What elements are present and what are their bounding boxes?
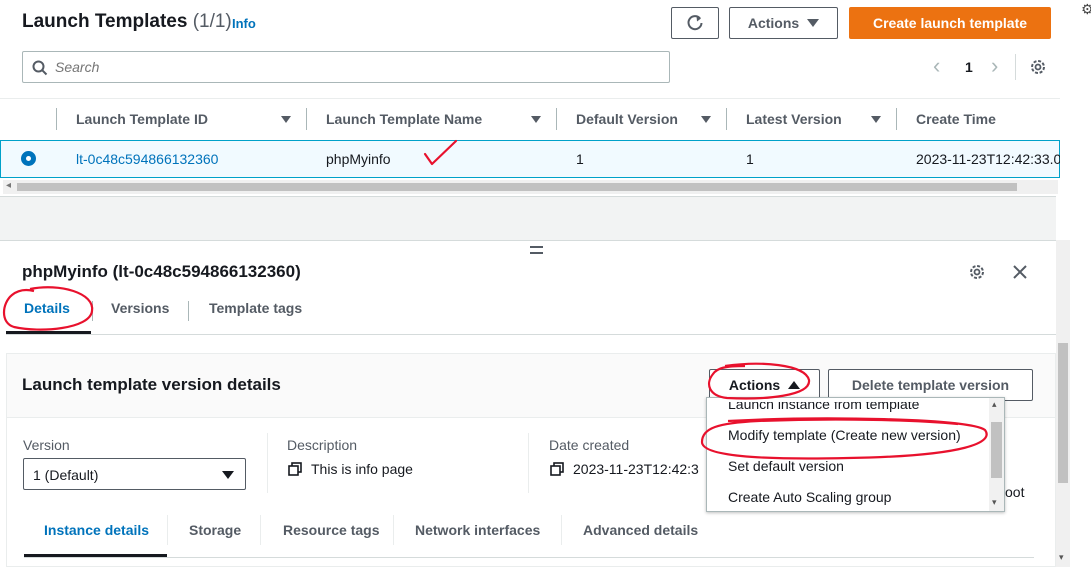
row-launch-template-id[interactable]: lt-0c48c594866132360 [76, 151, 218, 167]
page-scrollbar[interactable]: ▾ [1056, 240, 1070, 567]
browser-settings-icon[interactable]: ⚙ [1081, 1, 1091, 18]
page-title-text: Launch Templates [22, 11, 188, 32]
subtab-instance-details[interactable]: Instance details [44, 522, 149, 538]
sort-icon[interactable] [531, 116, 541, 123]
row-latest-version: 1 [746, 151, 754, 167]
menu-scrollbar[interactable]: ▴ ▾ [989, 398, 1004, 511]
create-button-label: Create launch template [872, 15, 1028, 31]
resize-handle[interactable] [530, 246, 543, 254]
subtab-storage[interactable]: Storage [189, 522, 241, 538]
table-footer-area [0, 196, 1056, 240]
col-separator [556, 108, 557, 130]
create-launch-template-button[interactable]: Create launch template [849, 7, 1051, 39]
tab-separator [92, 301, 93, 321]
version-actions-label: Actions [728, 377, 781, 393]
panel-settings-gear-icon[interactable] [968, 263, 986, 281]
version-select-value: 1 (Default) [33, 467, 99, 483]
version-label: Version [23, 437, 70, 453]
date-created-value: 2023-11-23T12:42:3 [573, 461, 699, 477]
subtab-separator [561, 515, 562, 545]
partial-field-value: oot [1005, 484, 1025, 500]
tabs-bottom-border [6, 334, 1056, 335]
col-separator [896, 108, 897, 130]
search-icon [32, 60, 48, 76]
caret-up-icon [788, 381, 801, 389]
column-header-name[interactable]: Launch Template Name [326, 111, 482, 127]
subtab-separator [260, 515, 261, 545]
row-default-version: 1 [576, 151, 584, 167]
row-radio-selected[interactable] [21, 151, 36, 166]
prev-page-icon[interactable]: ‹ [933, 53, 940, 79]
page-scrollbar-thumb[interactable] [1058, 343, 1068, 483]
search-field[interactable] [22, 51, 670, 83]
next-page-icon[interactable]: › [991, 53, 998, 79]
description-value: This is info page [311, 461, 413, 477]
column-divider [528, 433, 529, 493]
page-title-count: (1/1) [192, 11, 232, 32]
subtab-resource-tags[interactable]: Resource tags [283, 522, 379, 538]
col-separator [306, 108, 307, 130]
subtabs-bottom-border [24, 557, 1034, 558]
caret-down-icon [807, 19, 820, 27]
scroll-up-icon[interactable]: ▴ [992, 399, 997, 410]
column-header-latest-version[interactable]: Latest Version [746, 111, 842, 127]
table-top-border [0, 98, 1060, 99]
sort-icon[interactable] [871, 116, 881, 123]
menu-item-modify-template[interactable]: Modify template (Create new version) [728, 427, 961, 443]
version-select[interactable]: 1 (Default) [23, 458, 246, 490]
section-title: Launch template version details [22, 375, 281, 394]
description-label: Description [287, 437, 358, 453]
subtab-separator [393, 515, 394, 545]
column-divider [267, 433, 268, 493]
refresh-icon [687, 15, 703, 31]
row-create-time: 2023-11-23T12:42:33.000Z [916, 151, 1060, 167]
page-number[interactable]: 1 [965, 59, 973, 75]
col-separator [56, 108, 57, 130]
row-launch-template-name: phpMyinfo [326, 151, 391, 167]
settings-gear-icon[interactable] [1029, 58, 1047, 76]
page-title: Launch Templates (1/1) [22, 11, 232, 33]
delete-button-label: Delete template version [851, 377, 1010, 393]
menu-item-create-auto-scaling-group[interactable]: Create Auto Scaling group [728, 489, 891, 505]
caret-down-icon [222, 471, 234, 479]
actions-button-label: Actions [747, 15, 800, 31]
page-scroll-down-icon[interactable]: ▾ [1059, 552, 1064, 563]
column-header-create-time[interactable]: Create Time [916, 111, 996, 127]
date-created-label: Date created [549, 437, 630, 453]
tab-details[interactable]: Details [24, 300, 70, 316]
menu-item-set-default-version[interactable]: Set default version [728, 458, 844, 474]
tab-template-tags[interactable]: Template tags [209, 300, 302, 316]
scroll-left-icon[interactable]: ◂ [6, 180, 11, 191]
info-link[interactable]: Info [232, 16, 256, 31]
scroll-down-icon[interactable]: ▾ [992, 497, 997, 508]
sort-icon[interactable] [701, 116, 711, 123]
row-create-time-clip: 2023-11-23T12:42:33.000Z [916, 151, 1060, 167]
subtab-network-interfaces[interactable]: Network interfaces [415, 522, 540, 538]
menu-scrollbar-thumb[interactable] [991, 422, 1002, 478]
tab-versions[interactable]: Versions [111, 300, 169, 316]
copy-icon[interactable] [288, 462, 302, 476]
col-separator [726, 108, 727, 130]
detail-title: phpMyinfo (lt-0c48c594866132360) [22, 262, 301, 281]
column-header-default-version[interactable]: Default Version [576, 111, 678, 127]
actions-button[interactable]: Actions [729, 7, 838, 39]
subtab-separator [167, 515, 168, 545]
horizontal-scrollbar[interactable]: ◂ [3, 180, 1058, 194]
refresh-button[interactable] [671, 7, 719, 39]
search-input[interactable] [53, 55, 653, 79]
scrollbar-thumb[interactable] [17, 183, 1017, 191]
pagination-divider [1015, 54, 1016, 80]
tab-separator [188, 301, 189, 321]
sort-icon[interactable] [281, 116, 291, 123]
subtab-advanced-details[interactable]: Advanced details [583, 522, 698, 538]
column-header-id[interactable]: Launch Template ID [76, 111, 208, 127]
copy-icon[interactable] [550, 462, 564, 476]
close-icon[interactable] [1012, 264, 1028, 280]
